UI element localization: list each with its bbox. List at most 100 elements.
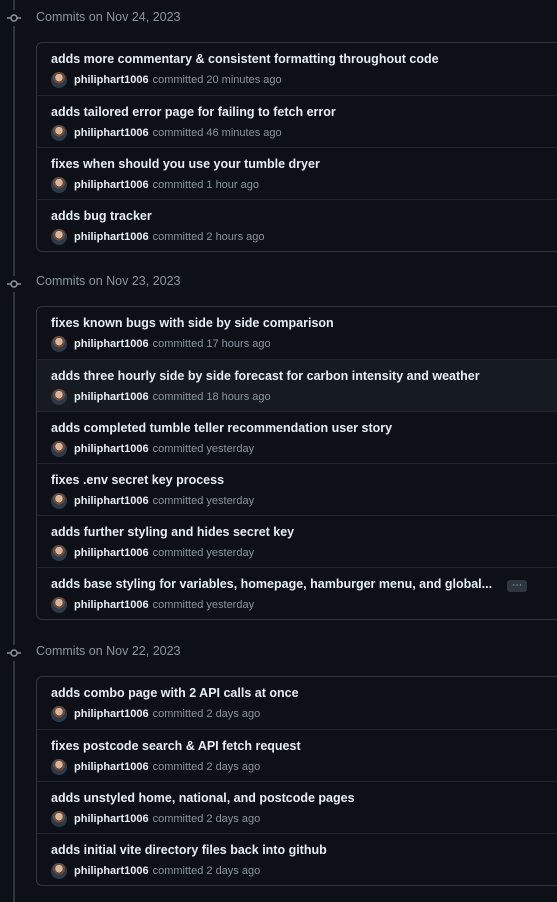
commit-message-link[interactable]: adds combo page with 2 API calls at once — [51, 686, 299, 700]
author-avatar[interactable] — [51, 229, 67, 245]
commit-action: committed — [152, 443, 204, 455]
commit-meta: philiphart1006 committed 20 minutes ago — [51, 72, 282, 88]
commit-row[interactable]: adds three hourly side by side forecast … — [37, 359, 557, 411]
commit-action: committed — [152, 391, 204, 403]
commit-list: adds more commentary & consistent format… — [36, 42, 557, 252]
author-link[interactable]: philiphart1006 — [74, 338, 149, 350]
commit-action: committed — [152, 127, 204, 139]
commit-action: committed — [152, 338, 204, 350]
author-link[interactable]: philiphart1006 — [74, 443, 149, 455]
author-avatar[interactable] — [51, 811, 67, 827]
commit-action: committed — [152, 74, 204, 86]
commit-message-link[interactable]: adds bug tracker — [51, 209, 152, 223]
author-link[interactable]: philiphart1006 — [74, 231, 149, 243]
group-date-heading: Commits on Nov 22, 2023 — [36, 644, 181, 658]
commit-time: 17 hours ago — [206, 338, 271, 350]
author-link[interactable]: philiphart1006 — [74, 865, 149, 877]
author-link[interactable]: philiphart1006 — [74, 761, 149, 773]
commit-time: 2 days ago — [206, 761, 261, 773]
commit-action: committed — [152, 179, 204, 191]
commit-meta: philiphart1006 committed 2 days ago — [51, 706, 260, 722]
author-avatar[interactable] — [51, 493, 67, 509]
commit-action: committed — [152, 813, 204, 825]
commit-action: committed — [152, 495, 204, 507]
group-date-heading: Commits on Nov 24, 2023 — [36, 10, 181, 24]
commit-action: committed — [152, 547, 204, 559]
commit-row[interactable]: adds bug tracker philiphart1006 committe… — [37, 199, 557, 251]
commit-message-link[interactable]: fixes .env secret key process — [51, 473, 224, 487]
commit-row[interactable]: adds more commentary & consistent format… — [37, 43, 557, 95]
author-link[interactable]: philiphart1006 — [74, 74, 149, 86]
commit-time: yesterday — [206, 599, 255, 611]
author-link[interactable]: philiphart1006 — [74, 547, 149, 559]
author-avatar[interactable] — [51, 597, 67, 613]
commit-row[interactable]: adds tailored error page for failing to … — [37, 95, 557, 147]
author-link[interactable]: philiphart1006 — [74, 127, 149, 139]
commit-row[interactable]: fixes known bugs with side by side compa… — [37, 307, 557, 359]
commit-meta: philiphart1006 committed 1 hour ago — [51, 177, 259, 193]
author-avatar[interactable] — [51, 863, 67, 879]
group-date-heading: Commits on Nov 23, 2023 — [36, 274, 181, 288]
git-commit-icon — [6, 276, 22, 292]
commit-meta: philiphart1006 committed yesterday — [51, 545, 254, 561]
commit-message-link[interactable]: fixes when should you use your tumble dr… — [51, 157, 320, 171]
commit-row[interactable]: adds further styling and hides secret ke… — [37, 515, 557, 567]
commit-row[interactable]: adds unstyled home, national, and postco… — [37, 781, 557, 833]
commit-time: yesterday — [206, 443, 255, 455]
author-avatar[interactable] — [51, 759, 67, 775]
commit-action: committed — [152, 865, 204, 877]
author-avatar[interactable] — [51, 389, 67, 405]
commit-row[interactable]: adds base styling for variables, homepag… — [37, 567, 557, 619]
commit-row[interactable]: adds completed tumble teller recommendat… — [37, 411, 557, 463]
commit-time: 2 hours ago — [206, 231, 265, 243]
commit-time: yesterday — [206, 495, 255, 507]
commit-message-link[interactable]: adds unstyled home, national, and postco… — [51, 791, 355, 805]
commit-message-link[interactable]: adds tailored error page for failing to … — [51, 105, 336, 119]
commit-message-link[interactable]: adds initial vite directory files back i… — [51, 843, 327, 857]
expand-message-button[interactable]: ⋯ — [507, 580, 527, 592]
commit-message-link[interactable]: adds more commentary & consistent format… — [51, 52, 439, 66]
commit-row[interactable]: fixes postcode search & API fetch reques… — [37, 729, 557, 781]
author-avatar[interactable] — [51, 177, 67, 193]
author-avatar[interactable] — [51, 706, 67, 722]
author-avatar[interactable] — [51, 336, 67, 352]
commit-time: 2 days ago — [206, 708, 261, 720]
author-avatar[interactable] — [51, 545, 67, 561]
commit-row[interactable]: fixes when should you use your tumble dr… — [37, 147, 557, 199]
commit-message-link[interactable]: adds three hourly side by side forecast … — [51, 369, 480, 383]
commit-message-link[interactable]: fixes postcode search & API fetch reques… — [51, 739, 301, 753]
author-avatar[interactable] — [51, 441, 67, 457]
commit-row[interactable]: adds combo page with 2 API calls at once… — [37, 677, 557, 729]
author-link[interactable]: philiphart1006 — [74, 599, 149, 611]
commit-row[interactable]: adds initial vite directory files back i… — [37, 833, 557, 885]
author-avatar[interactable] — [51, 72, 67, 88]
commit-message-link[interactable]: fixes known bugs with side by side compa… — [51, 316, 334, 330]
timeline-line — [13, 0, 15, 902]
author-link[interactable]: philiphart1006 — [74, 495, 149, 507]
commit-message-link[interactable]: adds completed tumble teller recommendat… — [51, 421, 392, 435]
commit-meta: philiphart1006 committed 17 hours ago — [51, 336, 271, 352]
commit-list: adds combo page with 2 API calls at once… — [36, 676, 557, 886]
commit-time: 2 days ago — [206, 865, 261, 877]
commit-meta: philiphart1006 committed 2 days ago — [51, 759, 260, 775]
commit-meta: philiphart1006 committed 2 days ago — [51, 863, 260, 879]
author-link[interactable]: philiphart1006 — [74, 708, 149, 720]
commit-list: fixes known bugs with side by side compa… — [36, 306, 557, 620]
commit-message-link[interactable]: adds base styling for variables, homepag… — [51, 577, 492, 591]
commit-time: 18 hours ago — [206, 391, 271, 403]
commit-action: committed — [152, 761, 204, 773]
commit-meta: philiphart1006 committed yesterday — [51, 441, 254, 457]
commit-time: 46 minutes ago — [206, 127, 282, 139]
commit-action: committed — [152, 231, 204, 243]
author-link[interactable]: philiphart1006 — [74, 813, 149, 825]
commit-message-link[interactable]: adds further styling and hides secret ke… — [51, 525, 294, 539]
git-commit-icon — [6, 645, 22, 661]
author-link[interactable]: philiphart1006 — [74, 179, 149, 191]
commit-row[interactable]: fixes .env secret key process philiphart… — [37, 463, 557, 515]
commit-time: 2 days ago — [206, 813, 261, 825]
author-link[interactable]: philiphart1006 — [74, 391, 149, 403]
commit-time: 1 hour ago — [206, 179, 259, 191]
author-avatar[interactable] — [51, 125, 67, 141]
commit-time: 20 minutes ago — [206, 74, 282, 86]
commit-meta: philiphart1006 committed 46 minutes ago — [51, 125, 282, 141]
